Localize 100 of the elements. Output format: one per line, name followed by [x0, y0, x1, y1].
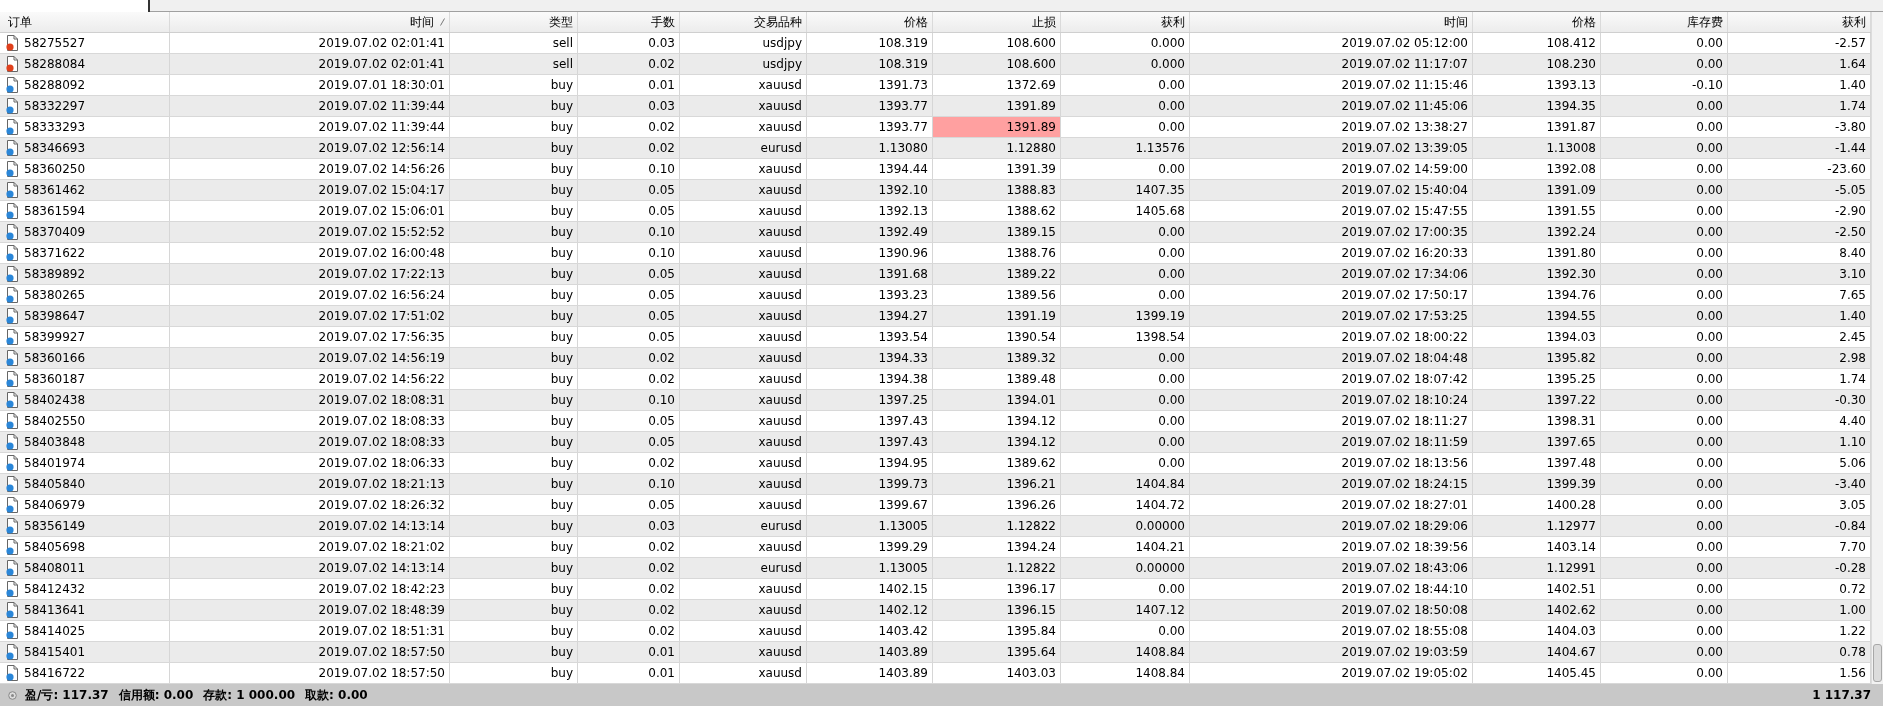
table-cell: 58405840 — [0, 474, 170, 494]
table-cell: 1392.08 — [1473, 159, 1601, 179]
table-cell: buy — [450, 621, 578, 641]
table-cell: sell — [450, 54, 578, 74]
table-cell: 1404.67 — [1473, 642, 1601, 662]
table-cell: buy — [450, 138, 578, 158]
table-cell: 108.600 — [933, 54, 1061, 74]
table-cell: 2019.07.02 18:08:33 — [170, 411, 450, 431]
table-cell: 0.00 — [1601, 327, 1728, 347]
table-cell: 2019.07.02 18:08:31 — [170, 390, 450, 410]
table-cell: 1.13008 — [1473, 138, 1601, 158]
column-header[interactable]: 手数 — [578, 12, 680, 32]
table-cell: 1403.89 — [807, 642, 933, 662]
table-cell: 0.01 — [578, 642, 680, 662]
table-cell: 0.03 — [578, 33, 680, 53]
table-cell: 1394.12 — [933, 411, 1061, 431]
table-cell: 1389.62 — [933, 453, 1061, 473]
status-icon — [8, 690, 17, 700]
table-cell: 2019.07.02 14:56:19 — [170, 348, 450, 368]
table-cell: 1403.03 — [933, 663, 1061, 683]
column-header[interactable]: 时间 — [170, 12, 450, 32]
table-cell: 58288084 — [0, 54, 170, 74]
table-cell: 1391.68 — [807, 264, 933, 284]
table-cell: 0.02 — [578, 117, 680, 137]
table-cell: 0.05 — [578, 264, 680, 284]
table-cell: 2019.07.02 18:11:59 — [1190, 432, 1473, 452]
column-header[interactable]: 时间 — [1190, 12, 1473, 32]
table-cell: 2019.07.02 14:59:00 — [1190, 159, 1473, 179]
table-cell: 0.00 — [1061, 369, 1190, 389]
table-cell: 0.00 — [1601, 642, 1728, 662]
table-cell: buy — [450, 159, 578, 179]
tab[interactable] — [0, 0, 150, 12]
column-header[interactable]: 价格 — [807, 12, 933, 32]
scrollbar-thumb[interactable] — [1873, 644, 1882, 682]
table-cell: 1397.22 — [1473, 390, 1601, 410]
table-cell: eurusd — [680, 138, 807, 158]
column-header[interactable]: 止损 — [933, 12, 1061, 32]
table-cell: 0.00 — [1061, 621, 1190, 641]
table-cell: 1396.26 — [933, 495, 1061, 515]
table-cell: 2019.07.02 18:48:39 — [170, 600, 450, 620]
column-header[interactable]: 价格 — [1473, 12, 1601, 32]
table-cell: 0.02 — [578, 537, 680, 557]
table-cell: 0.02 — [578, 348, 680, 368]
table-cell: 0.05 — [578, 411, 680, 431]
table-cell: 0.00 — [1061, 432, 1190, 452]
column-header[interactable]: 类型 — [450, 12, 578, 32]
column-header[interactable]: 库存费 — [1601, 12, 1728, 32]
table-cell: 0.05 — [578, 327, 680, 347]
table-cell: 1403.14 — [1473, 537, 1601, 557]
table-cell: 1389.48 — [933, 369, 1061, 389]
table-cell: 0.00 — [1061, 285, 1190, 305]
table-cell: 2019.07.02 17:34:06 — [1190, 264, 1473, 284]
status-item: 盈/亏: 117.37 — [25, 686, 109, 704]
table-cell: 1396.21 — [933, 474, 1061, 494]
table-cell: 0.00 — [1601, 411, 1728, 431]
table-cell: 2019.07.02 17:22:13 — [170, 264, 450, 284]
table-cell: xauusd — [680, 390, 807, 410]
table-cell: xauusd — [680, 579, 807, 599]
table-cell: buy — [450, 306, 578, 326]
table-cell: xauusd — [680, 642, 807, 662]
table-cell: 1408.84 — [1061, 663, 1190, 683]
table-cell: 58360187 — [0, 369, 170, 389]
scrollbar[interactable] — [1871, 12, 1883, 684]
table-cell: 1391.80 — [1473, 243, 1601, 263]
column-header[interactable]: 订单 — [0, 12, 170, 32]
table-cell: 108.600 — [933, 33, 1061, 53]
table-cell: 1.13080 — [807, 138, 933, 158]
table-cell: 1394.12 — [933, 432, 1061, 452]
table-cell: 0.00 — [1601, 474, 1728, 494]
status-item: 存款: 1 000.00 — [203, 686, 296, 704]
table-cell: 1394.33 — [807, 348, 933, 368]
table-cell: 2019.07.02 18:21:13 — [170, 474, 450, 494]
table-cell: buy — [450, 201, 578, 221]
table-cell: 0.00 — [1601, 663, 1728, 683]
table-cell: xauusd — [680, 117, 807, 137]
table-cell: 1394.01 — [933, 390, 1061, 410]
table-cell: 108.412 — [1473, 33, 1601, 53]
table-cell: 0.00 — [1601, 201, 1728, 221]
table-cell: 2019.07.02 14:56:22 — [170, 369, 450, 389]
table-cell: 0.00 — [1061, 117, 1190, 137]
table-cell: 58361462 — [0, 180, 170, 200]
table-cell: 0.00 — [1061, 264, 1190, 284]
table-cell: xauusd — [680, 663, 807, 683]
table-cell: 1390.54 — [933, 327, 1061, 347]
table-cell: 0.02 — [578, 558, 680, 578]
column-header[interactable]: 交易品种 — [680, 12, 807, 32]
table-cell: 2019.07.02 18:29:06 — [1190, 516, 1473, 536]
table-cell: -0.10 — [1601, 75, 1728, 95]
table-cell: 2019.07.02 05:12:00 — [1190, 33, 1473, 53]
table-cell: 1393.77 — [807, 96, 933, 116]
table-cell: 2019.07.02 15:47:55 — [1190, 201, 1473, 221]
table-cell: 2019.07.02 12:56:14 — [170, 138, 450, 158]
table-cell: buy — [450, 600, 578, 620]
table-cell: 58275527 — [0, 33, 170, 53]
table-cell: 1397.43 — [807, 411, 933, 431]
table-cell: 1405.45 — [1473, 663, 1601, 683]
column-header[interactable]: 获利 — [1061, 12, 1190, 32]
table-cell: 2019.07.02 18:50:08 — [1190, 600, 1473, 620]
table-cell: 0.00 — [1601, 117, 1728, 137]
table-cell: 0.02 — [578, 600, 680, 620]
